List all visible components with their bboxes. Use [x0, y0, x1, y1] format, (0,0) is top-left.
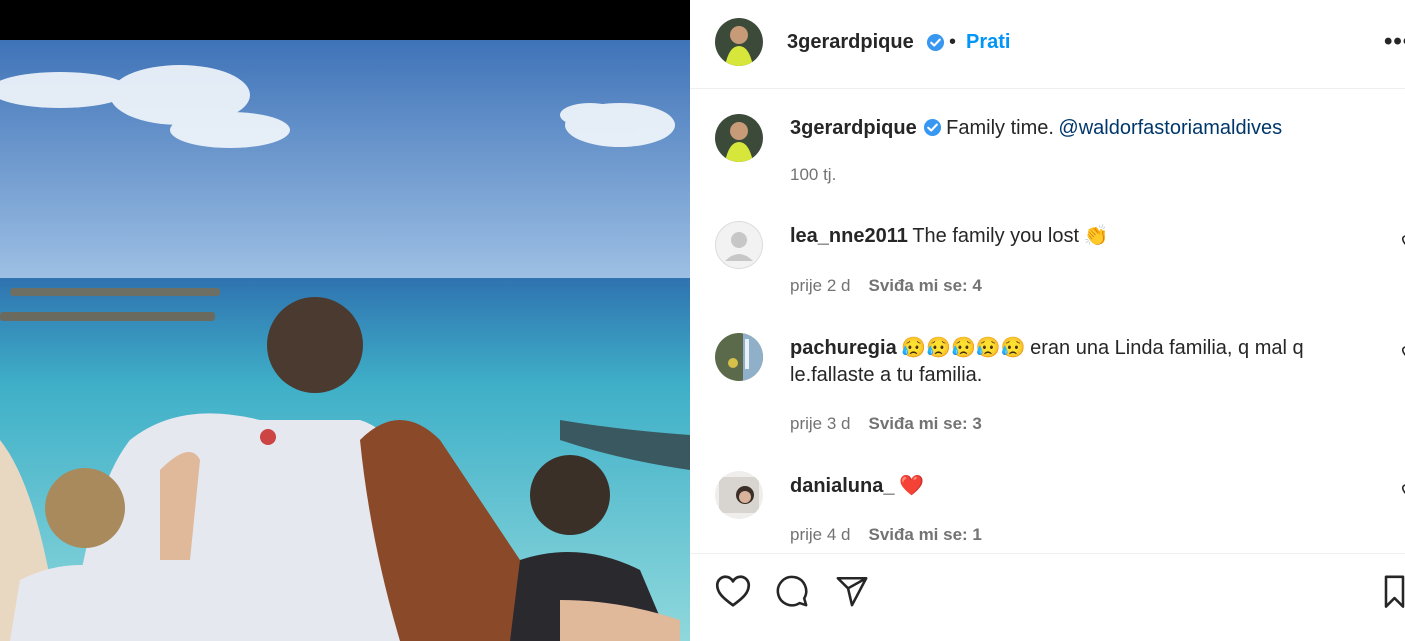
author-username[interactable]: 3gerardpique	[787, 31, 914, 54]
author-avatar[interactable]	[715, 18, 763, 66]
post-photo[interactable]	[0, 0, 690, 641]
follow-button[interactable]: Prati	[966, 31, 1010, 54]
comment-meta: prije 2 d Sviđa mi se: 4	[790, 276, 982, 296]
caption-username[interactable]: 3gerardpique	[790, 117, 917, 139]
caption-text: Family time.	[946, 117, 1054, 139]
post-header: 3gerardpique • Prati •••	[690, 0, 1405, 89]
beach-family-image	[0, 40, 690, 641]
commenter-avatar[interactable]	[715, 333, 763, 381]
instagram-post-view: 3gerardpique • Prati ••• 3gerardpique Fa…	[0, 0, 1405, 641]
comment-item: lea_nne2011 The family you lost 👏	[790, 223, 1350, 250]
commenter-avatar[interactable]	[715, 221, 763, 269]
comment-icon[interactable]	[774, 574, 810, 608]
caption-mention-link[interactable]: @waldorfastoriamaldives	[1058, 117, 1282, 139]
more-icon[interactable]: •••	[1384, 28, 1405, 56]
comment-like-heart-icon[interactable]	[1398, 484, 1405, 498]
comment-meta: prije 4 d Sviđa mi se: 1	[790, 525, 982, 545]
comment-time[interactable]: prije 2 d	[790, 276, 850, 295]
verified-badge-icon	[923, 118, 941, 137]
comment-item: danialuna_ ❤️	[790, 473, 1350, 500]
caption-avatar[interactable]	[715, 114, 763, 162]
comment-like-heart-icon[interactable]	[1398, 235, 1405, 249]
comment-text: The family you lost	[912, 225, 1080, 247]
comment-like-heart-icon[interactable]	[1398, 346, 1405, 360]
comment-likes[interactable]: Sviđa mi se: 3	[868, 414, 981, 433]
comment-time[interactable]: prije 4 d	[790, 525, 850, 544]
comment-username[interactable]: pachuregia	[790, 337, 897, 359]
comment-item: pachuregia 😥😥😥😥😥 eran una Linda familia,…	[790, 335, 1350, 389]
comment-emoji: ❤️	[898, 475, 924, 497]
caption: 3gerardpique Family time. @waldorfastori…	[790, 115, 1350, 142]
comment-emoji: 😥😥😥😥😥	[901, 337, 1026, 359]
comment-username[interactable]: lea_nne2011	[790, 225, 908, 247]
verified-badge-icon	[926, 33, 945, 52]
comment-likes[interactable]: Sviđa mi se: 4	[868, 276, 981, 295]
comment-meta: prije 3 d Sviđa mi se: 3	[790, 414, 982, 434]
heart-icon[interactable]	[715, 574, 751, 608]
action-bar	[690, 553, 1405, 641]
comment-username[interactable]: danialuna_	[790, 475, 894, 497]
comment-emoji: 👏	[1083, 225, 1109, 247]
commenter-avatar[interactable]	[715, 471, 763, 519]
comment-likes[interactable]: Sviđa mi se: 1	[868, 525, 981, 544]
comment-time[interactable]: prije 3 d	[790, 414, 850, 433]
bookmark-icon[interactable]	[1384, 574, 1405, 608]
share-icon[interactable]	[835, 574, 869, 608]
separator-dot: •	[949, 31, 957, 53]
caption-time[interactable]: 100 tj.	[790, 165, 836, 185]
post-sidebar: 3gerardpique • Prati ••• 3gerardpique Fa…	[690, 0, 1405, 641]
